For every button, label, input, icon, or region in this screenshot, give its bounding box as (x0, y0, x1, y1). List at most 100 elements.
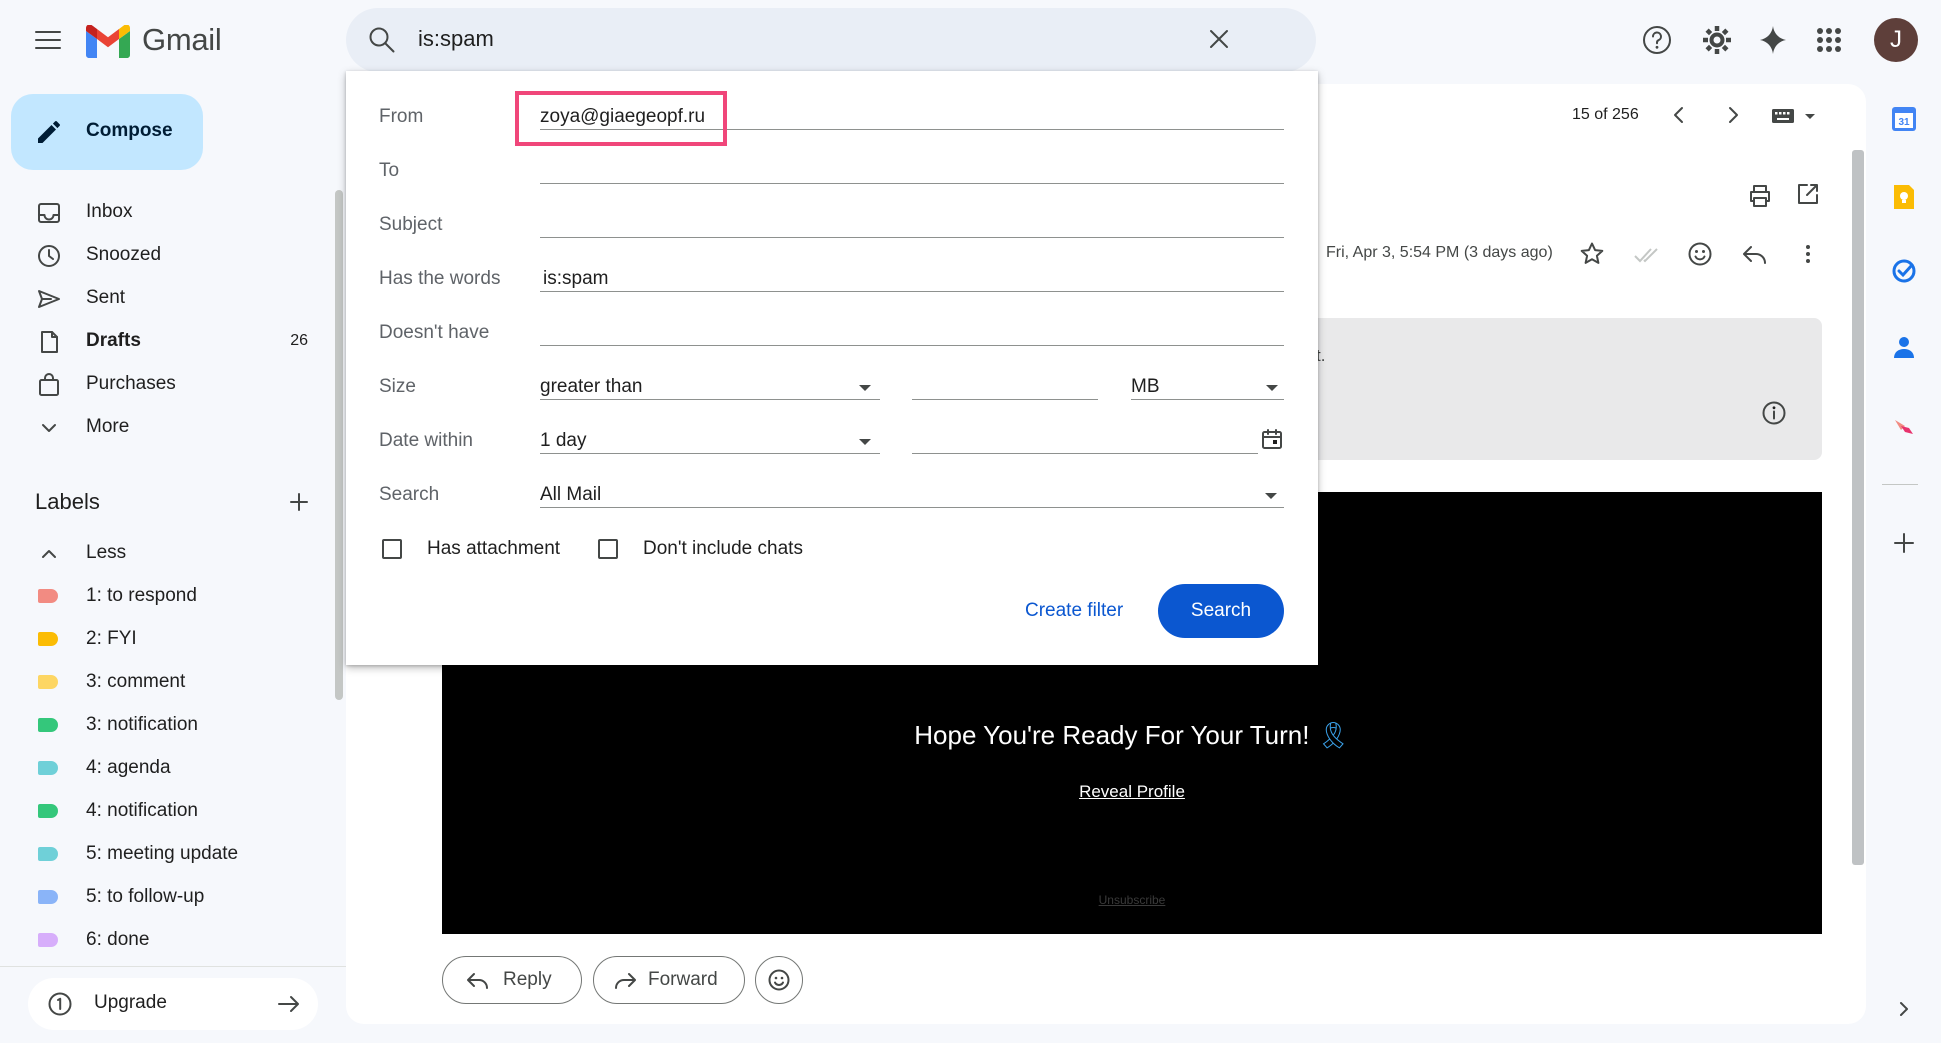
size-unit-underline (1131, 399, 1284, 400)
upgrade-label: Upgrade (94, 992, 167, 1013)
open-in-new-icon (1798, 184, 1818, 204)
message-date: Fri, Apr 3, 5:54 PM (3 days ago) (1326, 244, 1553, 261)
size-operator-select[interactable]: greater than (540, 374, 880, 400)
size-unit-select[interactable]: MB (1131, 374, 1284, 400)
settings-button[interactable] (1700, 23, 1734, 57)
info-icon (1762, 401, 1786, 425)
label-tag-icon (38, 761, 58, 775)
size-value-field[interactable] (912, 399, 1098, 400)
clear-search-button[interactable] (1202, 22, 1236, 56)
read-status-button (1632, 242, 1662, 268)
plus-icon (1894, 533, 1914, 553)
gmail-logo[interactable]: Gmail (86, 22, 246, 60)
sidebar-item-drafts[interactable]: Drafts 26 (0, 320, 330, 362)
sidebar-item-snoozed[interactable]: Snoozed (0, 234, 330, 276)
label-item[interactable]: 3: notification (0, 704, 330, 746)
plus-icon (290, 493, 308, 511)
doesnt-have-field[interactable] (540, 345, 1284, 346)
more-options-button[interactable] (1794, 240, 1822, 268)
gemini-button[interactable] (1756, 23, 1790, 57)
show-side-panel-button[interactable] (1891, 996, 1917, 1022)
get-addons-button[interactable] (1891, 530, 1917, 556)
forward-button[interactable]: Forward (593, 956, 745, 1004)
date-field[interactable] (912, 453, 1258, 454)
label-item[interactable]: 5: meeting update (0, 833, 330, 875)
label-item[interactable]: 1: to respond (0, 575, 330, 617)
label-item[interactable]: 5: to follow-up (0, 876, 330, 918)
addon-app-button[interactable] (1891, 412, 1917, 438)
reveal-profile-link[interactable]: Reveal Profile (1079, 782, 1185, 801)
sidebar-item-sent[interactable]: Sent (0, 277, 330, 319)
date-within-select[interactable]: 1 day (540, 428, 880, 454)
sidebar-item-label: Sent (86, 287, 126, 308)
forward-icon (615, 973, 636, 989)
newer-button[interactable] (1666, 102, 1692, 128)
has-words-label: Has the words (379, 268, 501, 289)
dont-include-chats-checkbox[interactable] (598, 539, 618, 559)
more-vert-icon (1806, 245, 1810, 263)
label-tag-icon (38, 589, 58, 603)
label-item[interactable]: 2: FYI (0, 618, 330, 660)
ribbon-icon: 🎗 (1316, 720, 1350, 750)
search-input[interactable]: is:spam (418, 26, 494, 52)
sidebar-item-purchases[interactable]: Purchases (0, 363, 330, 405)
compose-label: Compose (86, 120, 173, 141)
support-button[interactable] (1640, 23, 1674, 57)
create-label-button[interactable] (285, 488, 313, 516)
avatar[interactable]: J (1874, 18, 1918, 62)
print-icon (1750, 185, 1770, 207)
search-button-header[interactable] (364, 22, 400, 58)
label-item[interactable]: 6: done (0, 919, 330, 961)
older-button[interactable] (1720, 102, 1746, 128)
has-words-underline (540, 291, 1284, 292)
date-picker-button[interactable] (1260, 427, 1284, 451)
google-apps-button[interactable] (1812, 23, 1846, 57)
from-label: From (379, 106, 424, 127)
reply-button-top[interactable] (1740, 240, 1770, 268)
open-new-window-button[interactable] (1794, 180, 1822, 208)
label-tag-icon (38, 890, 58, 904)
tasks-app-button[interactable] (1891, 258, 1917, 284)
sidebar-scrollbar[interactable] (335, 190, 343, 700)
date-within-label: Date within (379, 430, 473, 451)
label-tag-icon (38, 718, 58, 732)
search-in-select[interactable]: All Mail (540, 482, 1284, 508)
keyboard-icon (1772, 109, 1815, 123)
notice-info-button[interactable] (1760, 399, 1788, 427)
calendar-icon (1262, 429, 1282, 449)
input-tools-button[interactable] (1770, 104, 1820, 128)
keep-icon (1894, 185, 1914, 209)
main-menu-button[interactable] (30, 24, 66, 56)
label-tag-icon (38, 675, 58, 689)
unsubscribe-link[interactable]: Unsubscribe (1099, 893, 1166, 907)
reply-button[interactable]: Reply (442, 956, 582, 1004)
has-attachment-checkbox[interactable] (382, 539, 402, 559)
create-filter-button[interactable]: Create filter (1025, 600, 1123, 622)
label-item[interactable]: 4: agenda (0, 747, 330, 789)
label-tag-icon (38, 632, 58, 646)
label-name: 1: to respond (86, 585, 197, 606)
to-field[interactable] (540, 183, 1284, 184)
contacts-icon (1894, 337, 1914, 358)
labels-less-toggle[interactable]: Less (0, 532, 330, 574)
shopping-bag-icon (39, 373, 59, 396)
calendar-app-button[interactable]: 31 (1891, 106, 1917, 132)
star-button[interactable] (1578, 240, 1606, 268)
has-words-field[interactable]: is:spam (543, 268, 608, 290)
from-field-highlight (515, 91, 727, 146)
contacts-app-button[interactable] (1891, 334, 1917, 360)
calendar-icon: 31 (1892, 107, 1916, 131)
message-scrollbar[interactable] (1852, 150, 1864, 865)
sidebar-item-more[interactable]: More (0, 406, 330, 448)
subject-field[interactable] (540, 237, 1284, 238)
keep-app-button[interactable] (1891, 184, 1917, 210)
arrow-right-icon (278, 996, 299, 1012)
sidebar-item-inbox[interactable]: Inbox (0, 191, 330, 233)
reply-icon (467, 973, 488, 989)
label-item[interactable]: 3: comment (0, 661, 330, 703)
gmail-logo-icon (86, 25, 130, 58)
print-button[interactable] (1746, 182, 1774, 210)
add-reaction-button[interactable] (1686, 240, 1714, 268)
reaction-button[interactable] (755, 956, 803, 1004)
label-item[interactable]: 4: notification (0, 790, 330, 832)
